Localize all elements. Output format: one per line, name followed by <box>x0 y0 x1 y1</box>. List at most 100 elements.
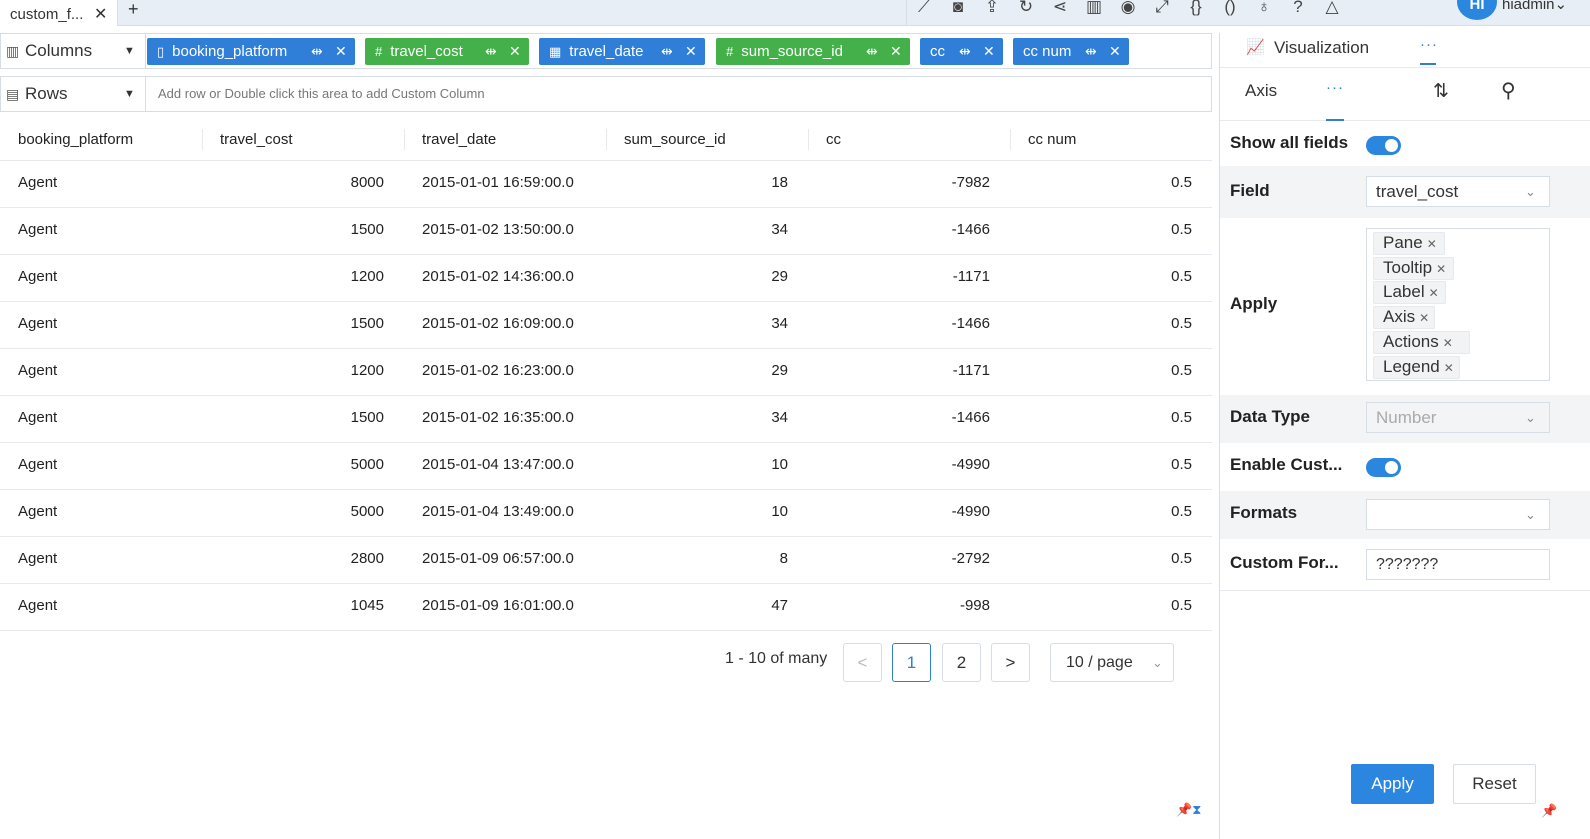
tab-custom-file[interactable]: custom_f... ✕ <box>0 0 118 26</box>
page-1-button[interactable]: 1 <box>892 643 931 682</box>
measure-icon: # <box>726 44 734 59</box>
sort-icon[interactable]: ⇹ <box>959 38 971 65</box>
column-header-sum-source-id[interactable]: sum_source_id <box>606 118 808 161</box>
page-2-button[interactable]: 2 <box>942 643 981 682</box>
custom-format-input[interactable]: ??????? <box>1366 549 1550 580</box>
close-icon[interactable]: ✕ <box>983 38 995 65</box>
username-label: hiadmin <box>1502 0 1555 13</box>
next-page-button[interactable]: > <box>991 643 1030 682</box>
column-pill-cc-num[interactable]: cc num ⇹ ✕ <box>1013 38 1129 65</box>
column-header-booking-platform[interactable]: booking_platform <box>0 118 202 161</box>
code-icon[interactable]: () <box>1213 0 1247 26</box>
table-row[interactable]: Agent 1500 2015-01-02 16:09:00.0 34 -1466 0.5 <box>0 302 1212 349</box>
refresh-icon[interactable]: ↻ <box>1009 0 1043 26</box>
enable-custom-toggle[interactable] <box>1366 458 1401 477</box>
sort-icon[interactable]: ⇹ <box>485 38 497 65</box>
subtab-more[interactable]: ··· <box>1326 79 1344 96</box>
caret-down-icon[interactable]: ▼ <box>124 77 135 111</box>
share-icon[interactable]: ⋖ <box>1043 0 1077 26</box>
table-row[interactable]: Agent 8000 2015-01-01 16:59:00.0 18 -7982 0.5 <box>0 161 1212 208</box>
column-pill-booking-platform[interactable]: ▯ booking_platform ⇹ ✕ <box>147 38 355 65</box>
table-cell: -7982 <box>951 174 990 191</box>
sort-icon[interactable]: ⇹ <box>311 38 323 65</box>
column-divider[interactable] <box>202 129 203 150</box>
subtab-axis[interactable]: Axis <box>1245 81 1277 101</box>
sort-icon[interactable]: ⇹ <box>661 38 673 65</box>
column-header-cc-num[interactable]: cc num <box>1010 118 1212 161</box>
column-divider[interactable] <box>808 129 809 150</box>
search-icon[interactable]: ⚲ <box>1501 78 1516 103</box>
caret-down-icon[interactable]: ▼ <box>124 34 135 68</box>
panel-tabs: 📈 Visualization ··· <box>1220 33 1590 68</box>
close-icon[interactable]: ✕ <box>685 38 697 65</box>
rows-shelf-toggle[interactable]: ▤ Rows ▼ <box>1 77 146 111</box>
camera-icon[interactable]: ◙ <box>941 0 975 26</box>
layout-icon[interactable]: ▥ <box>1077 0 1111 26</box>
table-row[interactable]: Agent 5000 2015-01-04 13:47:00.0 10 -4990 0.5 <box>0 443 1212 490</box>
add-tab-icon[interactable]: + <box>128 0 139 20</box>
sort-icon[interactable]: ⇹ <box>866 38 878 65</box>
remove-tag-icon[interactable]: ✕ <box>1436 262 1446 276</box>
table-row[interactable]: Agent 1200 2015-01-02 16:23:00.0 29 -1171 0.5 <box>0 349 1212 396</box>
column-pill-label: cc <box>930 43 945 60</box>
column-pill-sum-source-id[interactable]: # sum_source_id ⇹ ✕ <box>716 38 910 65</box>
remove-tag-icon[interactable]: ✕ <box>1444 361 1454 375</box>
column-pill-cc[interactable]: cc ⇹ ✕ <box>920 38 1003 65</box>
pin-icon[interactable]: 📌 <box>1541 803 1557 819</box>
sort-icon[interactable]: ⇅ <box>1433 80 1449 103</box>
close-icon[interactable]: ✕ <box>335 38 347 65</box>
close-icon[interactable]: ✕ <box>509 38 521 65</box>
columns-shelf: ▥ Columns ▼ ▯ booking_platform ⇹ ✕ # travel_c… <box>0 33 1212 69</box>
pin-icon[interactable]: 📌 <box>1176 802 1192 817</box>
page-size-select[interactable]: 10 / page ⌄ <box>1050 643 1174 682</box>
close-icon[interactable]: ✕ <box>94 0 107 30</box>
close-icon[interactable]: ✕ <box>1109 38 1121 65</box>
apply-tag: Axis ✕ <box>1373 306 1435 330</box>
remove-tag-icon[interactable]: ✕ <box>1427 237 1437 251</box>
apply-button[interactable]: Apply <box>1351 764 1434 804</box>
column-pill-travel-date[interactable]: ▦ travel_date ⇹ ✕ <box>539 38 705 65</box>
expand-icon[interactable]: ⤢ <box>1145 0 1179 26</box>
column-divider[interactable] <box>1010 129 1011 150</box>
bell-icon[interactable]: △ <box>1315 0 1349 26</box>
chart-icon[interactable]: ⟋ <box>907 0 941 26</box>
rows-drop-area[interactable]: Add row or Double click this area to add… <box>158 77 485 111</box>
table-row[interactable]: Agent 2800 2015-01-09 06:57:00.0 8 -2792 0.5 <box>0 537 1212 584</box>
table-cell: -1466 <box>951 315 990 332</box>
tab-visualization[interactable]: Visualization <box>1274 38 1369 58</box>
table-row[interactable]: Agent 5000 2015-01-04 13:49:00.0 10 -4990 0.5 <box>0 490 1212 537</box>
bulb-icon[interactable]: ♁ <box>1247 0 1281 26</box>
prev-page-button[interactable]: < <box>843 643 882 682</box>
help-icon[interactable]: ? <box>1281 0 1315 26</box>
column-header-travel-date[interactable]: travel_date <box>404 118 606 161</box>
table-header: booking_platform travel_cost travel_date su… <box>0 118 1212 161</box>
close-icon[interactable]: ✕ <box>890 38 902 65</box>
sort-icon[interactable]: ⇹ <box>1085 38 1097 65</box>
field-select[interactable]: travel_cost ⌄ <box>1366 176 1550 207</box>
username-menu[interactable]: hiadmin⌄ <box>1502 0 1567 13</box>
remove-tag-icon[interactable]: ✕ <box>1443 336 1453 350</box>
column-header-travel-cost[interactable]: travel_cost <box>202 118 404 161</box>
braces-icon[interactable]: {} <box>1179 0 1213 26</box>
column-header-cc[interactable]: cc <box>808 118 1010 161</box>
table-cell: 34 <box>771 221 788 238</box>
column-pill-travel-cost[interactable]: # travel_cost ⇹ ✕ <box>365 38 529 65</box>
avatar[interactable]: HI <box>1457 0 1497 20</box>
reset-button[interactable]: Reset <box>1453 764 1536 804</box>
apply-tag-select[interactable]: Pane ✕ Tooltip ✕ Label ✕ Axis ✕ Actions ✕ Legend ✕ <box>1366 228 1550 381</box>
remove-tag-icon[interactable]: ✕ <box>1429 286 1439 300</box>
column-divider[interactable] <box>606 129 607 150</box>
export-icon[interactable]: ⇪ <box>975 0 1009 26</box>
tab-more[interactable]: ··· <box>1420 36 1438 53</box>
table-row[interactable]: Agent 1200 2015-01-02 14:36:00.0 29 -1171 0.5 <box>0 255 1212 302</box>
eye-icon[interactable]: ◉ <box>1111 0 1145 26</box>
formats-select[interactable]: ⌄ <box>1366 499 1550 530</box>
show-all-fields-toggle[interactable] <box>1366 136 1401 155</box>
column-divider[interactable] <box>404 129 405 150</box>
remove-tag-icon[interactable]: ✕ <box>1419 311 1429 325</box>
columns-shelf-toggle[interactable]: ▥ Columns ▼ <box>1 34 146 68</box>
table-row[interactable]: Agent 1045 2015-01-09 16:01:00.0 47 -998 0.5 <box>0 584 1212 631</box>
table-row[interactable]: Agent 1500 2015-01-02 13:50:00.0 34 -1466 0.5 <box>0 208 1212 255</box>
table-row[interactable]: Agent 1500 2015-01-02 16:35:00.0 34 -1466 0.5 <box>0 396 1212 443</box>
tab-title: custom_f... <box>10 6 84 23</box>
